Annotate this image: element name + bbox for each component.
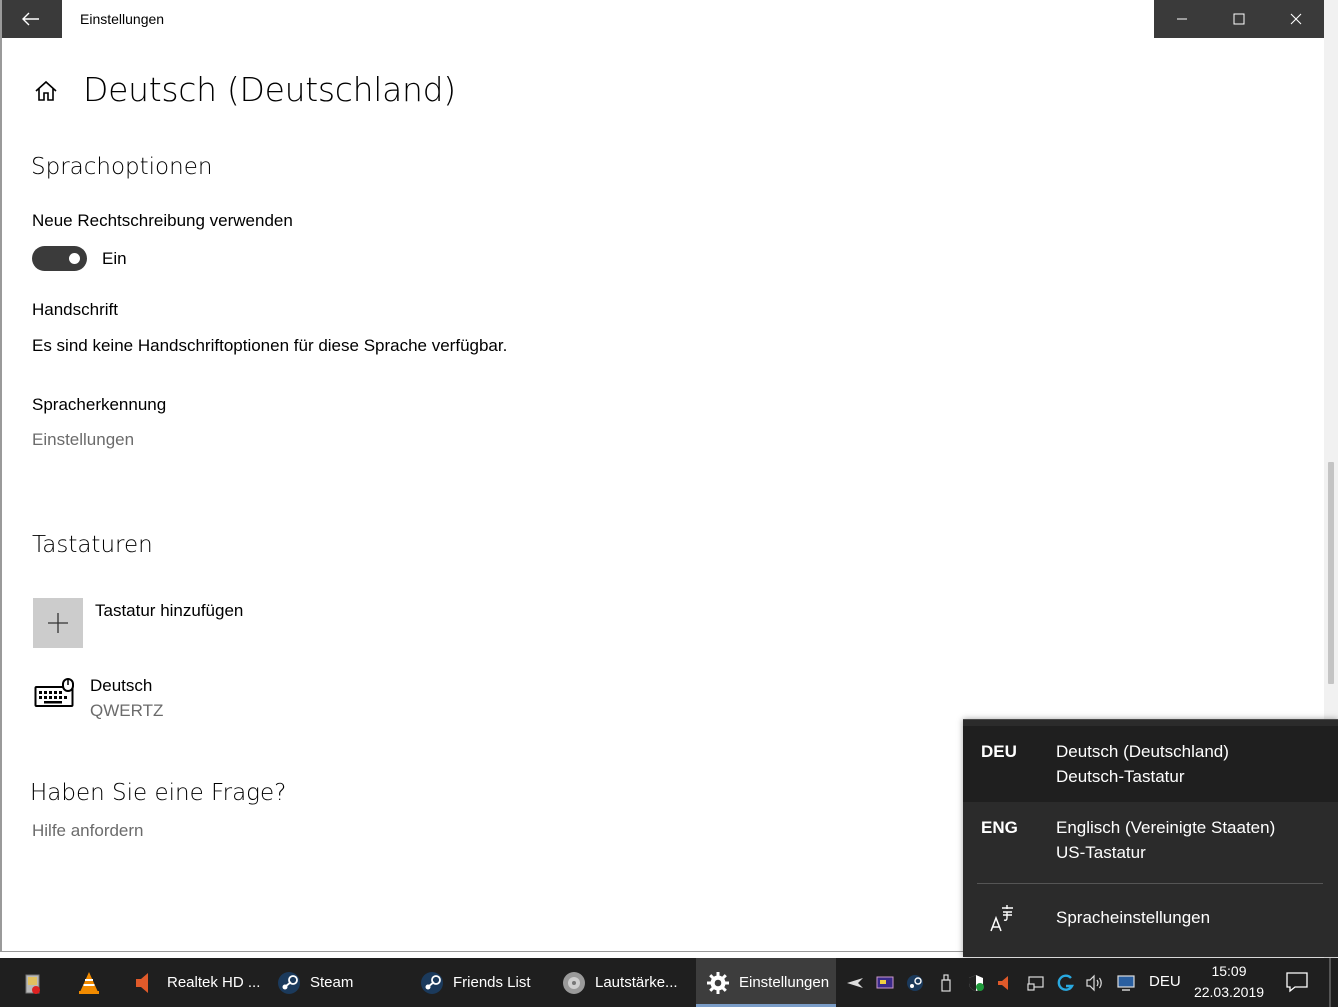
taskbar-label: Lautstärke... xyxy=(595,974,678,991)
action-center-icon[interactable] xyxy=(1285,970,1309,994)
plane-icon[interactable] xyxy=(845,973,865,993)
keyboard-name[interactable]: Deutsch xyxy=(90,676,152,696)
recycle-bin-icon xyxy=(25,974,40,994)
sprachoptionen-heading: Sprachoptionen xyxy=(31,154,213,180)
language-item-deu[interactable]: DEU Deutsch (Deutschland) Deutsch-Tastat… xyxy=(963,726,1338,802)
language-flyout: DEU Deutsch (Deutschland) Deutsch-Tastat… xyxy=(963,719,1338,957)
minimize-icon xyxy=(1177,18,1188,20)
back-button[interactable] xyxy=(0,0,62,38)
toggle-knob xyxy=(69,253,80,264)
tastaturen-heading: Tastaturen xyxy=(32,532,153,558)
steam-icon xyxy=(421,971,443,994)
maximize-icon xyxy=(1233,13,1245,25)
taskbar-label: Friends List xyxy=(453,974,531,991)
logitech-icon[interactable] xyxy=(1056,973,1076,993)
taskbar-label: Realtek HD ... xyxy=(167,974,261,991)
maximize-button[interactable] xyxy=(1211,0,1268,38)
speech-settings-link[interactable]: Einstellungen xyxy=(32,430,134,450)
taskbar-vlc[interactable] xyxy=(76,958,110,1007)
page-title: Deutsch (Deutschland) xyxy=(83,70,456,109)
gear-icon xyxy=(707,971,729,994)
close-button[interactable] xyxy=(1267,0,1324,38)
spelling-label: Neue Rechtschreibung verwenden xyxy=(32,211,293,230)
help-link[interactable]: Hilfe anfordern xyxy=(32,821,144,841)
realtek-tray-icon[interactable] xyxy=(994,973,1014,993)
add-keyboard-button[interactable] xyxy=(33,598,83,648)
clock-time: 15:09 xyxy=(1211,963,1247,979)
language-code: DEU xyxy=(981,742,1017,761)
window-title: Einstellungen xyxy=(80,11,165,27)
taskbar-friends-list[interactable]: Friends List xyxy=(414,958,546,1007)
help-heading: Haben Sie eine Frage? xyxy=(30,780,287,806)
scrollbar-thumb[interactable] xyxy=(1328,462,1334,684)
flyout-top-border xyxy=(963,719,1338,720)
home-icon[interactable] xyxy=(33,78,59,104)
plus-icon xyxy=(48,613,68,633)
taskbar-label: Einstellungen xyxy=(739,974,830,991)
window-border-bottom xyxy=(0,951,964,952)
taskbar-steam[interactable]: Steam xyxy=(271,958,403,1007)
clock[interactable]: 15:09 22.03.2019 xyxy=(1193,961,1265,1003)
language-item-eng[interactable]: ENG Englisch (Vereinigte Staaten) US-Tas… xyxy=(963,802,1338,878)
vlc-icon xyxy=(79,971,99,994)
taskbar-volume-mixer[interactable]: Lautstärke... xyxy=(556,958,688,1007)
input-language-indicator[interactable]: DEU xyxy=(1149,973,1181,990)
arrow-left-icon xyxy=(22,12,39,26)
language-settings-icon xyxy=(990,905,1013,932)
taskbar-label: Steam xyxy=(310,974,354,991)
taskbar-einstellungen[interactable]: Einstellungen xyxy=(696,958,836,1007)
handwriting-heading: Handschrift xyxy=(32,300,118,319)
volume-icon[interactable] xyxy=(1085,973,1105,993)
steam-icon xyxy=(278,971,300,994)
language-settings-label: Spracheinstellungen xyxy=(1056,908,1211,927)
title-bar: Einstellungen xyxy=(0,0,1338,38)
keyboard-icon[interactable] xyxy=(34,677,78,711)
usb-icon[interactable] xyxy=(936,973,956,993)
steam-tray-icon[interactable] xyxy=(905,973,925,993)
keyboard-name: US-Tastatur xyxy=(1056,843,1146,862)
network-icon[interactable] xyxy=(1116,973,1136,993)
add-keyboard-label[interactable]: Tastatur hinzufügen xyxy=(95,601,243,621)
taskbar: Realtek HD ... Steam Friends List Lautst… xyxy=(0,958,1338,1007)
monitor-app-icon[interactable] xyxy=(875,973,895,993)
clock-date: 22.03.2019 xyxy=(1193,984,1265,1000)
language-code: ENG xyxy=(981,818,1018,837)
keyboard-name: Deutsch-Tastatur xyxy=(1056,767,1185,786)
show-desktop-button[interactable] xyxy=(1329,958,1331,1007)
shield-icon[interactable] xyxy=(966,973,986,993)
handwriting-text: Es sind keine Handschriftoptionen für di… xyxy=(32,336,508,355)
close-icon xyxy=(1290,13,1302,25)
minimize-button[interactable] xyxy=(1154,0,1211,38)
window-border xyxy=(0,0,2,952)
display-icon[interactable] xyxy=(1026,973,1046,993)
flyout-divider xyxy=(977,883,1323,884)
volume-mixer-icon xyxy=(563,971,585,994)
language-name: Englisch (Vereinigte Staaten) xyxy=(1056,818,1276,837)
spelling-toggle[interactable] xyxy=(32,246,87,271)
window-controls xyxy=(1154,0,1324,38)
taskbar-realtek[interactable]: Realtek HD ... xyxy=(126,958,262,1007)
keyboard-layout: QWERTZ xyxy=(90,701,164,720)
language-settings-item[interactable]: Spracheinstellungen xyxy=(963,891,1338,947)
taskbar-recycle-bin[interactable] xyxy=(20,958,54,1007)
language-name: Deutsch (Deutschland) xyxy=(1056,742,1229,761)
speech-heading: Spracherkennung xyxy=(32,395,167,414)
toggle-state-label: Ein xyxy=(102,249,127,268)
speaker-icon xyxy=(136,972,148,993)
